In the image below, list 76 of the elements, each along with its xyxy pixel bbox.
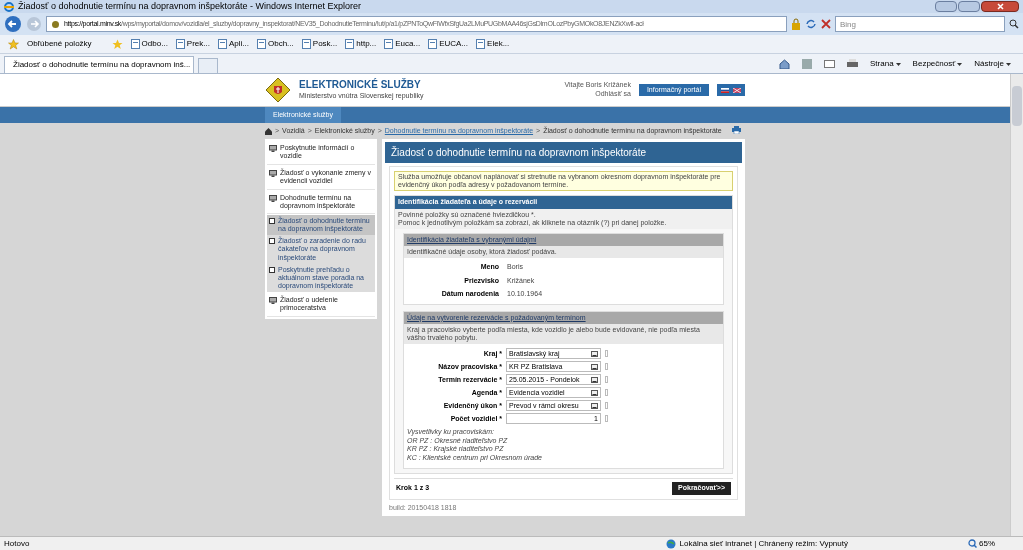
site-title: ELEKTRONICKÉ SLUŽBY xyxy=(299,79,422,92)
list-picker-icon xyxy=(591,350,598,357)
page-icon xyxy=(428,39,438,49)
favorite-link[interactable]: EUCA... xyxy=(428,38,469,50)
caret-icon xyxy=(957,62,963,66)
lock-icon xyxy=(791,18,801,30)
help-marker[interactable] xyxy=(605,389,608,397)
list-picker-icon xyxy=(591,376,598,383)
page-icon xyxy=(130,39,140,49)
help-marker[interactable] xyxy=(605,350,608,358)
printer-icon xyxy=(732,126,741,134)
page-icon xyxy=(345,39,355,49)
maximize-button[interactable] xyxy=(958,1,980,12)
zoom-button[interactable]: 65% xyxy=(968,537,995,550)
back-button-icon xyxy=(4,15,22,33)
scrollbar[interactable] xyxy=(1010,74,1023,536)
help-marker[interactable] xyxy=(605,363,608,371)
page-icon xyxy=(301,39,311,49)
monitor-icon xyxy=(269,145,277,152)
coat-of-arms-logo-icon xyxy=(265,77,291,103)
search-icon xyxy=(1009,19,1019,29)
caret-icon xyxy=(895,62,901,66)
caret-icon xyxy=(1006,62,1011,66)
menu-button[interactable]: Nástroje xyxy=(974,58,1011,70)
home-icon xyxy=(265,127,272,135)
favorite-link[interactable]: Apli... xyxy=(218,38,249,50)
refresh-icon xyxy=(805,18,817,30)
favorite-link[interactable]: Obch... xyxy=(257,38,294,50)
magnifier-icon xyxy=(968,539,977,548)
favorite-link[interactable]: Euca... xyxy=(384,38,421,50)
security-zone-text: Lokálna sieť intranet | Chránený režim: Vypnutý xyxy=(679,537,848,550)
site-icon xyxy=(51,19,60,29)
page-icon xyxy=(476,39,486,49)
browser-logo-icon xyxy=(4,1,14,12)
monitor-icon xyxy=(269,194,277,202)
page-icon xyxy=(175,39,185,49)
mail-icon xyxy=(824,60,836,68)
favorite-link[interactable]: Posk... xyxy=(301,38,338,50)
minimize-button[interactable] xyxy=(935,1,957,12)
help-marker[interactable] xyxy=(605,376,608,384)
stop-icon xyxy=(821,19,831,29)
forward-button-icon xyxy=(26,16,42,32)
list-picker-icon xyxy=(591,389,598,396)
favorite-link[interactable]: Odbo... xyxy=(130,38,168,50)
monitor-icon xyxy=(269,169,277,177)
search-field[interactable]: Bing xyxy=(835,16,1005,32)
flag-icon xyxy=(733,87,741,93)
globe-icon xyxy=(665,538,676,549)
flag-icon xyxy=(721,87,729,93)
language-switcher[interactable] xyxy=(717,84,745,96)
favorite-link[interactable]: Prek... xyxy=(175,38,210,50)
close-icon xyxy=(996,3,1004,10)
star-icon xyxy=(8,38,19,50)
new-tab-button[interactable] xyxy=(198,58,218,73)
page-icon xyxy=(384,39,394,49)
printer-icon xyxy=(847,59,859,69)
menu-button[interactable]: Strana xyxy=(870,58,901,70)
page-heading: Žiadosť o dohodnutie termínu na dopravnom inšpektoráte xyxy=(385,142,742,163)
favorites-button[interactable]: Obľúbené položky xyxy=(27,38,92,50)
add-favorite-icon xyxy=(111,38,123,50)
menu-button[interactable]: Bezpečnosť xyxy=(912,58,963,70)
window-title: Žiadosť o dohodnutie termínu na dopravnom inšpektoráte - Windows Internet Explorer xyxy=(18,2,362,11)
close-button[interactable] xyxy=(981,1,1019,12)
help-marker[interactable] xyxy=(605,402,608,410)
page-icon xyxy=(257,39,266,49)
help-marker[interactable] xyxy=(605,415,608,423)
home-icon xyxy=(779,59,791,69)
scrollbar-thumb[interactable] xyxy=(1012,86,1022,126)
list-picker-icon xyxy=(591,402,598,409)
page-icon xyxy=(218,39,227,49)
favorite-link[interactable]: http... xyxy=(345,38,377,50)
status-text: Hotovo xyxy=(4,537,30,550)
browser-tab[interactable]: Žiadosť o dohodnutie termínu na dopravnom inš... xyxy=(4,56,194,73)
favorite-link[interactable]: Elek... xyxy=(476,38,510,50)
list-picker-icon xyxy=(591,363,598,370)
monitor-icon xyxy=(269,296,277,304)
